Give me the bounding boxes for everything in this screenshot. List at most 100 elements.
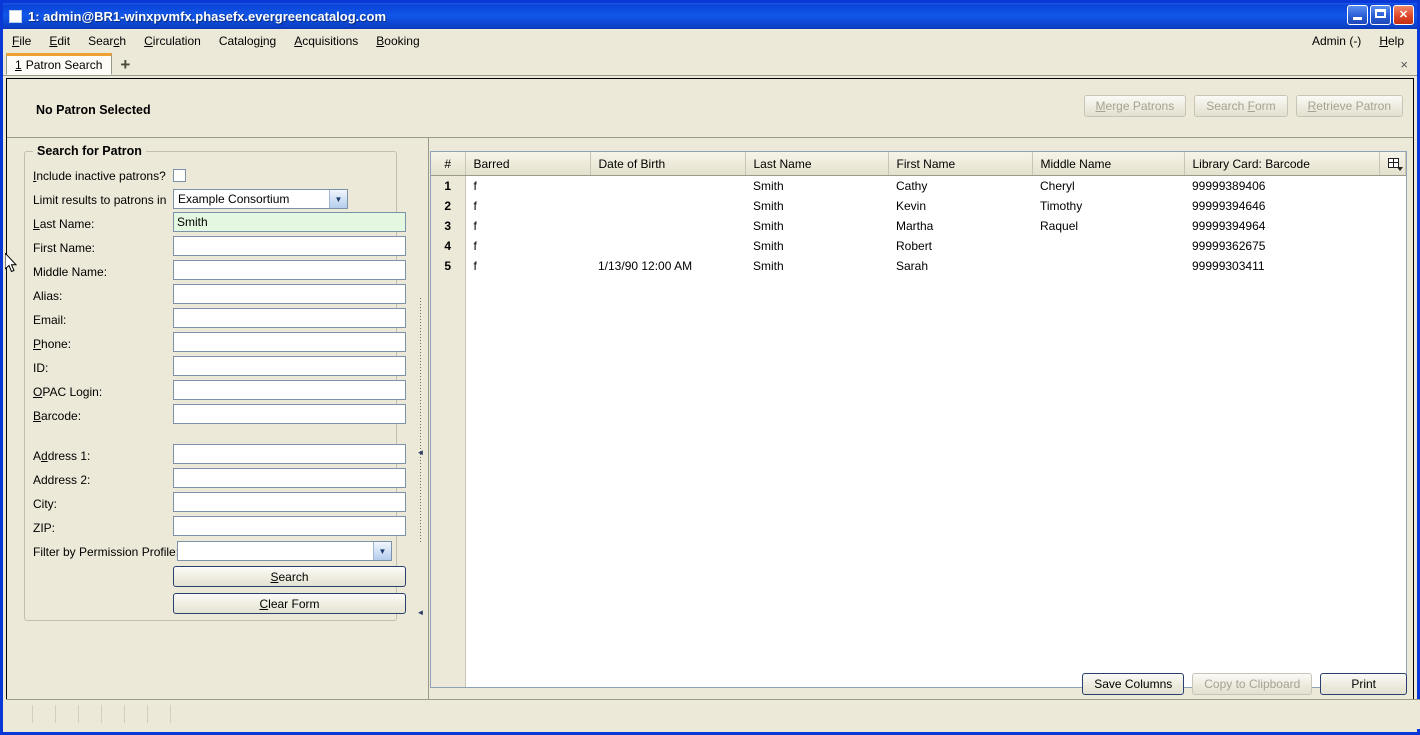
address1-input[interactable] (173, 444, 406, 464)
table-row[interactable]: 5 f 1/13/90 12:00 AM Smith Sarah 9999930… (431, 256, 1406, 276)
limit-results-select[interactable]: Example Consortium ▼ (173, 189, 348, 209)
clear-form-button[interactable]: Clear Form (173, 593, 406, 614)
patron-status-label: No Patron Selected (36, 103, 151, 117)
splitter-collapse-left-icon[interactable]: ◄ (416, 448, 425, 457)
maximize-button[interactable] (1370, 5, 1391, 25)
cell-spacer (1379, 216, 1406, 236)
zip-input[interactable] (173, 516, 406, 536)
cell-middle-name: Timothy (1032, 196, 1184, 216)
first-name-input[interactable] (173, 236, 406, 256)
cell-first-name: Kevin (888, 196, 1032, 216)
column-header-barred[interactable]: Barred (465, 152, 591, 176)
close-button[interactable]: ✕ (1393, 5, 1414, 25)
first-name-label: First Name: (33, 240, 96, 255)
tab-patron-search[interactable]: 1 Patron Search (6, 53, 113, 75)
status-segment-main (171, 705, 1420, 723)
id-input[interactable] (173, 356, 406, 376)
cell-first-name: Sarah (888, 256, 1032, 276)
grid-action-buttons: Save Columns Copy to Clipboard Print (1082, 673, 1407, 695)
menu-search[interactable]: Search (79, 32, 135, 50)
cell-first-name: Martha (888, 216, 1032, 236)
fieldset-legend: Search for Patron (33, 144, 146, 158)
results-panel: # Barred Date of Birth Last Name First N… (429, 138, 1413, 702)
status-segment-4 (79, 705, 102, 723)
menu-edit[interactable]: Edit (40, 32, 79, 50)
patron-action-buttons: Merge Patrons Search Form Retrieve Patro… (1083, 95, 1403, 117)
cell-middle-name: Raquel (1032, 216, 1184, 236)
middle-name-label: Middle Name: (33, 264, 108, 279)
table-row[interactable]: 1 f Smith Cathy Cheryl 99999389406 (431, 175, 1406, 196)
new-tab-button[interactable]: + (120, 56, 130, 73)
opac-login-input[interactable] (173, 380, 406, 400)
zip-label: ZIP: (33, 520, 56, 535)
column-header-dob[interactable]: Date of Birth (590, 152, 746, 176)
address1-label: Address 1: (33, 448, 91, 463)
cell-num: 3 (431, 216, 466, 236)
cell-barred: f (465, 216, 590, 236)
table-row[interactable]: 2 f Smith Kevin Timothy 99999394646 (431, 196, 1406, 216)
email-label: Email: (33, 312, 67, 327)
menu-booking[interactable]: Booking (367, 32, 428, 50)
search-button[interactable]: Search (173, 566, 406, 587)
chevron-down-icon: ▼ (373, 542, 391, 560)
cell-first-name: Robert (888, 236, 1032, 256)
table-header-row: # Barred Date of Birth Last Name First N… (431, 152, 1406, 176)
menu-cataloging[interactable]: Cataloging (210, 32, 285, 50)
status-bar (6, 699, 1420, 729)
results-grid: # Barred Date of Birth Last Name First N… (430, 151, 1407, 688)
minimize-button[interactable] (1347, 5, 1368, 25)
splitter-collapse-left-icon-2[interactable]: ◄ (416, 608, 425, 617)
application-window: 1: admin@BR1-winxpvmfx.phasefx.evergreen… (0, 0, 1420, 735)
table-row[interactable]: 4 f Smith Robert 99999362675 (431, 236, 1406, 256)
menu-file[interactable]: File (3, 32, 40, 50)
menu-circulation[interactable]: Circulation (135, 32, 210, 50)
cell-last-name: Smith (745, 196, 888, 216)
menu-help[interactable]: Help (1370, 32, 1413, 50)
city-input[interactable] (173, 492, 406, 512)
print-button[interactable]: Print (1320, 673, 1407, 695)
content-area: No Patron Selected Merge Patrons Search … (6, 78, 1414, 703)
chevron-down-icon: ▼ (329, 190, 347, 208)
include-inactive-checkbox[interactable] (173, 169, 186, 182)
column-header-middle-name[interactable]: Middle Name (1032, 152, 1185, 176)
cell-barred: f (465, 175, 590, 196)
table-body: 1 f Smith Cathy Cheryl 99999389406 2 f S… (431, 175, 1406, 687)
barcode-label: Barcode: (33, 408, 82, 423)
limit-results-label: Limit results to patrons in (33, 192, 167, 207)
search-form-button[interactable]: Search Form (1194, 95, 1288, 117)
cell-last-name: Smith (745, 216, 888, 236)
close-tab-button[interactable]: × (1400, 57, 1408, 72)
address2-input[interactable] (173, 468, 406, 488)
cell-middle-name (1032, 236, 1184, 256)
results-table: # Barred Date of Birth Last Name First N… (431, 152, 1406, 687)
window-icon (9, 9, 22, 23)
menu-admin[interactable]: Admin (-) (1303, 32, 1370, 50)
cell-num: 2 (431, 196, 466, 216)
column-header-last-name[interactable]: Last Name (745, 152, 889, 176)
menu-bar: File Edit Search Circulation Cataloging … (3, 29, 1417, 53)
cell-dob (590, 196, 745, 216)
menu-acquisitions[interactable]: Acquisitions (285, 32, 367, 50)
column-header-barcode[interactable]: Library Card: Barcode (1184, 152, 1380, 176)
address2-label: Address 2: (33, 472, 91, 487)
alias-input[interactable] (173, 284, 406, 304)
table-row[interactable]: 3 f Smith Martha Raquel 99999394964 (431, 216, 1406, 236)
email-input[interactable] (173, 308, 406, 328)
column-picker-button[interactable] (1379, 152, 1406, 176)
retrieve-patron-button[interactable]: Retrieve Patron (1295, 95, 1403, 117)
cell-barcode: 99999389406 (1184, 175, 1380, 196)
cell-filler (465, 276, 1406, 687)
copy-to-clipboard-button[interactable]: Copy to Clipboard (1192, 673, 1313, 695)
patron-header-bar: No Patron Selected Merge Patrons Search … (7, 79, 1413, 138)
phone-input[interactable] (173, 332, 406, 352)
panel-splitter[interactable]: ◄ ◄ (413, 138, 429, 702)
barcode-input[interactable] (173, 404, 406, 424)
last-name-input[interactable] (173, 212, 406, 232)
merge-patrons-button[interactable]: Merge Patrons (1083, 95, 1187, 117)
save-columns-button[interactable]: Save Columns (1082, 673, 1185, 695)
status-segment-3 (56, 705, 79, 723)
middle-name-input[interactable] (173, 260, 406, 280)
column-header-num[interactable]: # (431, 152, 466, 176)
permission-profile-select[interactable]: ▼ (177, 541, 392, 561)
column-header-first-name[interactable]: First Name (888, 152, 1033, 176)
